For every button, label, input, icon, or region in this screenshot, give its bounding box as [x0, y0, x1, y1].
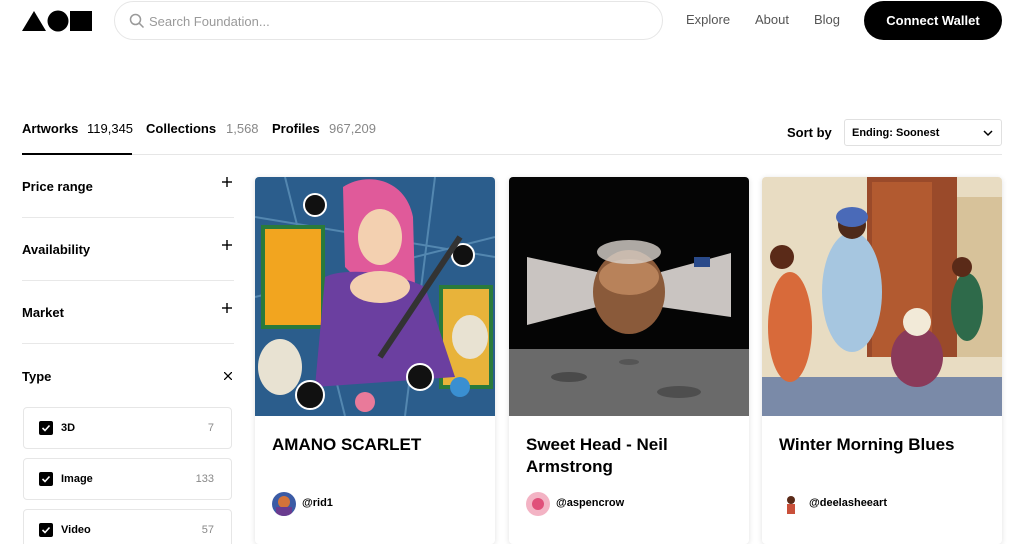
filter-label: Type	[22, 369, 52, 384]
nav-blog-link[interactable]: Blog	[814, 12, 840, 27]
search-icon	[129, 13, 145, 29]
type-option-3d[interactable]: 3D 7	[23, 407, 232, 449]
artwork-title[interactable]: Winter Morning Blues	[779, 434, 989, 456]
artwork-card[interactable]: Sweet Head - Neil Armstrong @aspencrow	[509, 177, 749, 544]
avatar	[526, 492, 550, 516]
type-option-label: Video	[61, 524, 91, 536]
filter-label: Price range	[22, 179, 93, 194]
sort-by-label: Sort by	[787, 125, 832, 140]
connect-wallet-button[interactable]: Connect Wallet	[864, 1, 1002, 40]
avatar	[272, 492, 296, 516]
filter-market[interactable]: Market	[22, 281, 234, 344]
tab-label: Artworks	[22, 121, 79, 136]
checkbox[interactable]	[39, 421, 53, 435]
type-option-image[interactable]: Image 133	[23, 458, 232, 500]
avatar	[779, 492, 803, 516]
artwork-image[interactable]	[509, 177, 749, 416]
close-icon[interactable]	[224, 372, 232, 380]
filter-availability[interactable]: Availability	[22, 218, 234, 281]
tab-label: Collections	[146, 121, 217, 136]
type-option-label: 3D	[61, 422, 76, 434]
tab-count: 1,568	[226, 121, 259, 136]
plus-icon[interactable]	[222, 177, 232, 187]
artwork-card[interactable]: AMANO SCARLET @rid1	[255, 177, 495, 544]
filter-label: Availability	[22, 242, 91, 257]
filter-type[interactable]: Type	[22, 345, 234, 408]
sort-select-value: Ending: Soonest	[852, 127, 940, 139]
sort-select[interactable]: Ending: Soonest	[844, 119, 1002, 146]
filter-price-range[interactable]: Price range	[22, 155, 234, 218]
creator-handle: @aspencrow	[556, 497, 625, 509]
nav-explore-link[interactable]: Explore	[686, 12, 730, 27]
tab-count: 967,209	[329, 121, 376, 136]
artwork-card[interactable]: Winter Morning Blues @deelasheeart	[762, 177, 1002, 544]
plus-icon[interactable]	[222, 240, 232, 250]
artwork-image[interactable]	[762, 177, 1002, 416]
tab-count: 119,345	[87, 121, 134, 136]
type-option-video[interactable]: Video 57	[23, 509, 232, 544]
search-input[interactable]	[149, 9, 629, 33]
type-option-label: Image	[61, 473, 93, 485]
checkbox[interactable]	[39, 523, 53, 537]
chevron-down-icon	[983, 130, 993, 137]
artwork-title[interactable]: Sweet Head - Neil Armstrong	[526, 434, 736, 478]
filter-label: Market	[22, 305, 64, 320]
type-option-count: 133	[195, 473, 214, 485]
header: Explore About Blog Connect Wallet	[0, 0, 1024, 41]
search-bar[interactable]	[114, 1, 663, 40]
artwork-image[interactable]	[255, 177, 495, 416]
creator-handle: @deelasheeart	[809, 497, 887, 509]
foundation-logo[interactable]	[22, 10, 94, 32]
tab-label: Profiles	[272, 121, 320, 136]
type-option-count: 7	[207, 422, 214, 434]
type-option-count: 57	[201, 524, 214, 536]
checkbox[interactable]	[39, 472, 53, 486]
nav-about-link[interactable]: About	[755, 12, 789, 27]
plus-icon[interactable]	[222, 303, 232, 313]
creator-handle: @rid1	[302, 497, 333, 509]
artwork-title[interactable]: AMANO SCARLET	[272, 434, 482, 456]
